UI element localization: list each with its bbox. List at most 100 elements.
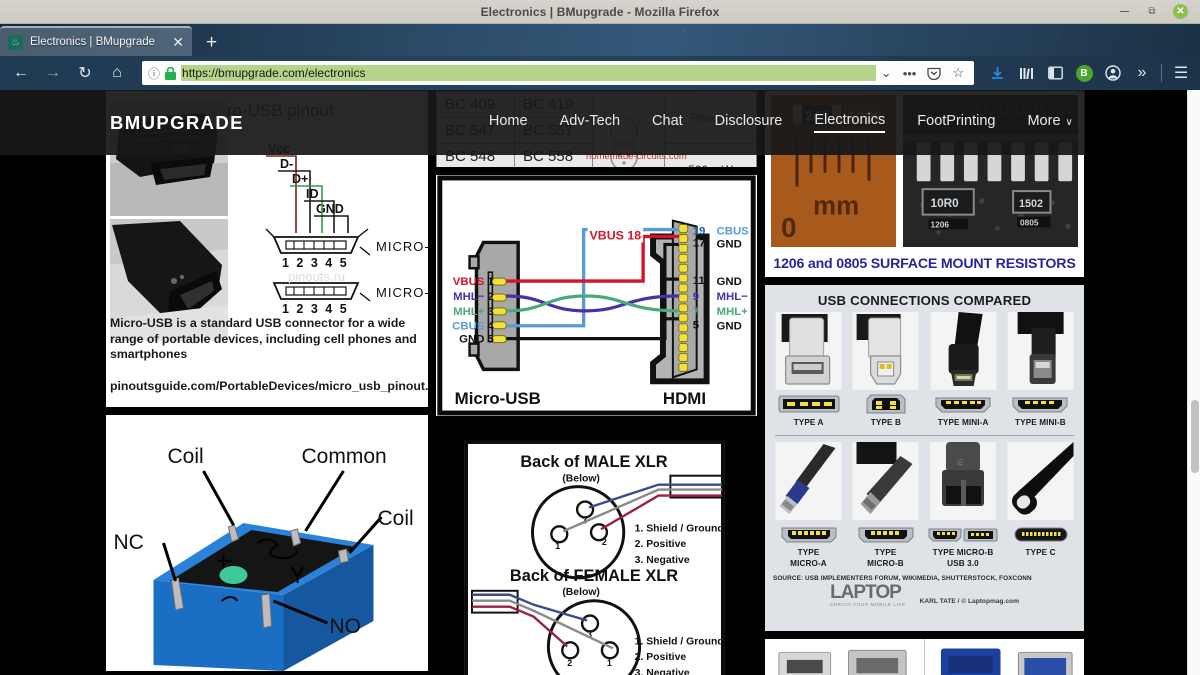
usb-label-line-1: TYPE bbox=[874, 548, 897, 558]
nav-item-chat[interactable]: Chat bbox=[652, 113, 683, 132]
usb-label-line-1: TYPE MICRO-B bbox=[932, 548, 994, 558]
usb-label-line-2: MICRO-B bbox=[867, 558, 904, 568]
xlr-male-legend-1: 1. Shield / Ground bbox=[635, 523, 724, 534]
browser-tab[interactable]: ♨ Electronics | BMupgrade ✕ bbox=[0, 26, 192, 56]
nav-item-more[interactable]: More ∨ bbox=[1027, 113, 1072, 132]
site-brand-logo[interactable]: BMUPGRADE bbox=[110, 112, 244, 134]
usb-label-type-micro-a: TYPE MICRO-A bbox=[790, 548, 827, 569]
maximize-button[interactable]: ⧉ bbox=[1145, 5, 1159, 19]
address-bar-actions: ⌄ ••• ☆ bbox=[881, 65, 968, 81]
xlr-female-title: Back of FEMALE XLR bbox=[510, 567, 678, 585]
pocket-icon[interactable] bbox=[927, 66, 941, 80]
svg-text:5: 5 bbox=[487, 334, 494, 346]
right-pin-label-gnd-11: GND bbox=[717, 276, 742, 288]
svg-text:1 2 3 4 5: 1 2 3 4 5 bbox=[282, 302, 349, 316]
address-bar[interactable]: ⓘ https://bmupgrade.com/electronics ⌄ ••… bbox=[142, 61, 974, 85]
usb-photo-type-a bbox=[773, 312, 844, 390]
xlr-female-sub: (Below) bbox=[562, 587, 600, 598]
back-icon[interactable]: ← bbox=[6, 59, 36, 87]
overflow-icon[interactable]: » bbox=[1129, 59, 1155, 87]
nav-item-footprinting[interactable]: FootPrinting bbox=[917, 113, 995, 132]
relay-label-coil-2: Coil bbox=[378, 507, 414, 530]
usb-photo-type-mini-a bbox=[928, 312, 999, 390]
nav-item-electronics[interactable]: Electronics bbox=[814, 112, 886, 133]
left-pin-label-gnd: GND bbox=[459, 334, 484, 346]
menu-icon[interactable]: ☰ bbox=[1168, 59, 1194, 87]
left-pin-label-mhl-plus: MHL+ bbox=[453, 306, 485, 318]
account-icon[interactable] bbox=[1100, 59, 1126, 87]
firefox-icon: ♨ bbox=[8, 34, 23, 50]
svg-text:19: 19 bbox=[693, 226, 706, 238]
xlr-male-sub: (Below) bbox=[562, 474, 600, 485]
left-pin-label-cbus: CBUS bbox=[452, 321, 485, 333]
right-pin-label-mhl-plus: MHL+ bbox=[717, 306, 749, 318]
usb-label-type-a: TYPE A bbox=[793, 418, 824, 427]
browser-toolbar: ← → ↻ ⌂ ⓘ https://bmupgrade.com/electron… bbox=[0, 56, 1200, 90]
usb-photo-type-micro-b bbox=[850, 442, 921, 521]
extension-badge-icon[interactable]: B bbox=[1071, 59, 1097, 87]
card-relay-pinout[interactable]: Coil Common Coil NC NO bbox=[105, 414, 429, 672]
relay-label-coil-1: Coil bbox=[168, 445, 204, 468]
minimize-button[interactable] bbox=[1117, 5, 1131, 19]
svg-text:1502: 1502 bbox=[1019, 198, 1043, 210]
sidebar-icon[interactable] bbox=[1042, 59, 1068, 87]
card-mhl-hdmi-diagram[interactable]: VBUS 18 VBUS MHL− MHL+ CBUS GND 12 345 1… bbox=[435, 174, 758, 417]
window-title: Electronics | BMupgrade - Mozilla Firefo… bbox=[480, 4, 720, 19]
usb-compared-footer: LAPTOP ENRICH YOUR MOBILE LIFE KARL TATE… bbox=[765, 582, 1084, 613]
svg-text:4: 4 bbox=[487, 321, 494, 333]
micro-usb-caption: Micro-USB is a standard USB connector fo… bbox=[110, 315, 417, 362]
svg-text:11: 11 bbox=[693, 275, 706, 287]
home-icon[interactable]: ⌂ bbox=[102, 59, 132, 87]
svg-text:D-: D- bbox=[280, 157, 293, 171]
library-icon[interactable] bbox=[1013, 59, 1039, 87]
card-xlr-wiring[interactable]: Back of MALE XLR (Below) 312 1. Shield /… bbox=[463, 439, 726, 675]
usb-partial-left bbox=[765, 639, 924, 675]
usb-port-type-micro-a bbox=[778, 523, 840, 545]
reload-icon[interactable]: ↻ bbox=[70, 59, 100, 87]
tab-close-icon[interactable]: ✕ bbox=[172, 35, 184, 49]
svg-text:mm: mm bbox=[813, 193, 859, 221]
close-button[interactable]: ✕ bbox=[1173, 4, 1188, 19]
nav-item-disclosure[interactable]: Disclosure bbox=[715, 113, 783, 132]
nav-item-home[interactable]: Home bbox=[489, 113, 528, 132]
usb-photo-type-micro-b-usb3: ⚟ bbox=[927, 442, 999, 521]
browser-tabstrip: ♨ Electronics | BMupgrade ✕ + bbox=[0, 24, 1200, 56]
usb-cell-type-micro-b-usb3: ⚟ TYPE MICRO-B USB 3.0 bbox=[927, 442, 999, 569]
usb-compared-credit: KARL TATE / © Laptopmag.com bbox=[919, 597, 1019, 605]
xlr-female-legend-1: 1. Shield / Ground bbox=[635, 636, 724, 647]
card-usb-connectors-partial[interactable] bbox=[764, 638, 1085, 675]
page-scrollbar[interactable] bbox=[1187, 90, 1200, 675]
usb-compared-row-2: TYPE MICRO-A TYPE MICRO-B ⚟ TYPE MICRO-B… bbox=[765, 438, 1084, 569]
usb-port-type-c bbox=[1010, 523, 1072, 545]
downloads-icon[interactable] bbox=[984, 59, 1010, 87]
svg-text:1206: 1206 bbox=[931, 219, 950, 229]
nav-item-adv-tech[interactable]: Adv-Tech bbox=[560, 113, 620, 132]
xlr-female-legend-2: 2. Positive bbox=[635, 652, 687, 663]
usb-photo-type-b bbox=[850, 312, 921, 390]
page-viewport: Micro-USB pinout bbox=[0, 90, 1200, 675]
page-actions-icon[interactable]: ••• bbox=[903, 66, 917, 81]
svg-text:2: 2 bbox=[487, 291, 493, 303]
card-usb-connections-compared[interactable]: USB CONNECTIONS COMPARED TYPE A TYPE B T… bbox=[764, 284, 1085, 632]
svg-text:1: 1 bbox=[555, 541, 560, 551]
usb-label-line-1: TYPE bbox=[797, 548, 820, 558]
xlr-male-legend-2: 2. Positive bbox=[635, 539, 687, 550]
toolbar-right-icons: B » ☰ bbox=[984, 59, 1194, 87]
grid-gap bbox=[435, 423, 758, 433]
chevron-down-icon[interactable]: ⌄ bbox=[881, 65, 892, 81]
xlr-male-title: Back of MALE XLR bbox=[520, 453, 667, 471]
svg-text:2: 2 bbox=[602, 537, 607, 547]
scrollbar-thumb[interactable] bbox=[1191, 400, 1199, 473]
usb-label-type-mini-b: TYPE MINI-B bbox=[1015, 418, 1066, 427]
usb-cell-type-b: TYPE B bbox=[850, 312, 921, 428]
usb-cell-type-micro-b: TYPE MICRO-B bbox=[850, 442, 921, 569]
new-tab-button[interactable]: + bbox=[192, 33, 231, 52]
page-info-icon[interactable]: ⓘ bbox=[148, 65, 160, 82]
bookmark-star-icon[interactable]: ☆ bbox=[952, 65, 964, 81]
forward-icon[interactable]: → bbox=[38, 59, 68, 87]
lock-icon bbox=[165, 66, 177, 80]
usb-port-type-b bbox=[855, 393, 917, 415]
svg-text:3: 3 bbox=[487, 306, 493, 318]
usb-port-type-micro-b bbox=[855, 523, 917, 545]
url-input[interactable]: https://bmupgrade.com/electronics bbox=[181, 65, 876, 81]
